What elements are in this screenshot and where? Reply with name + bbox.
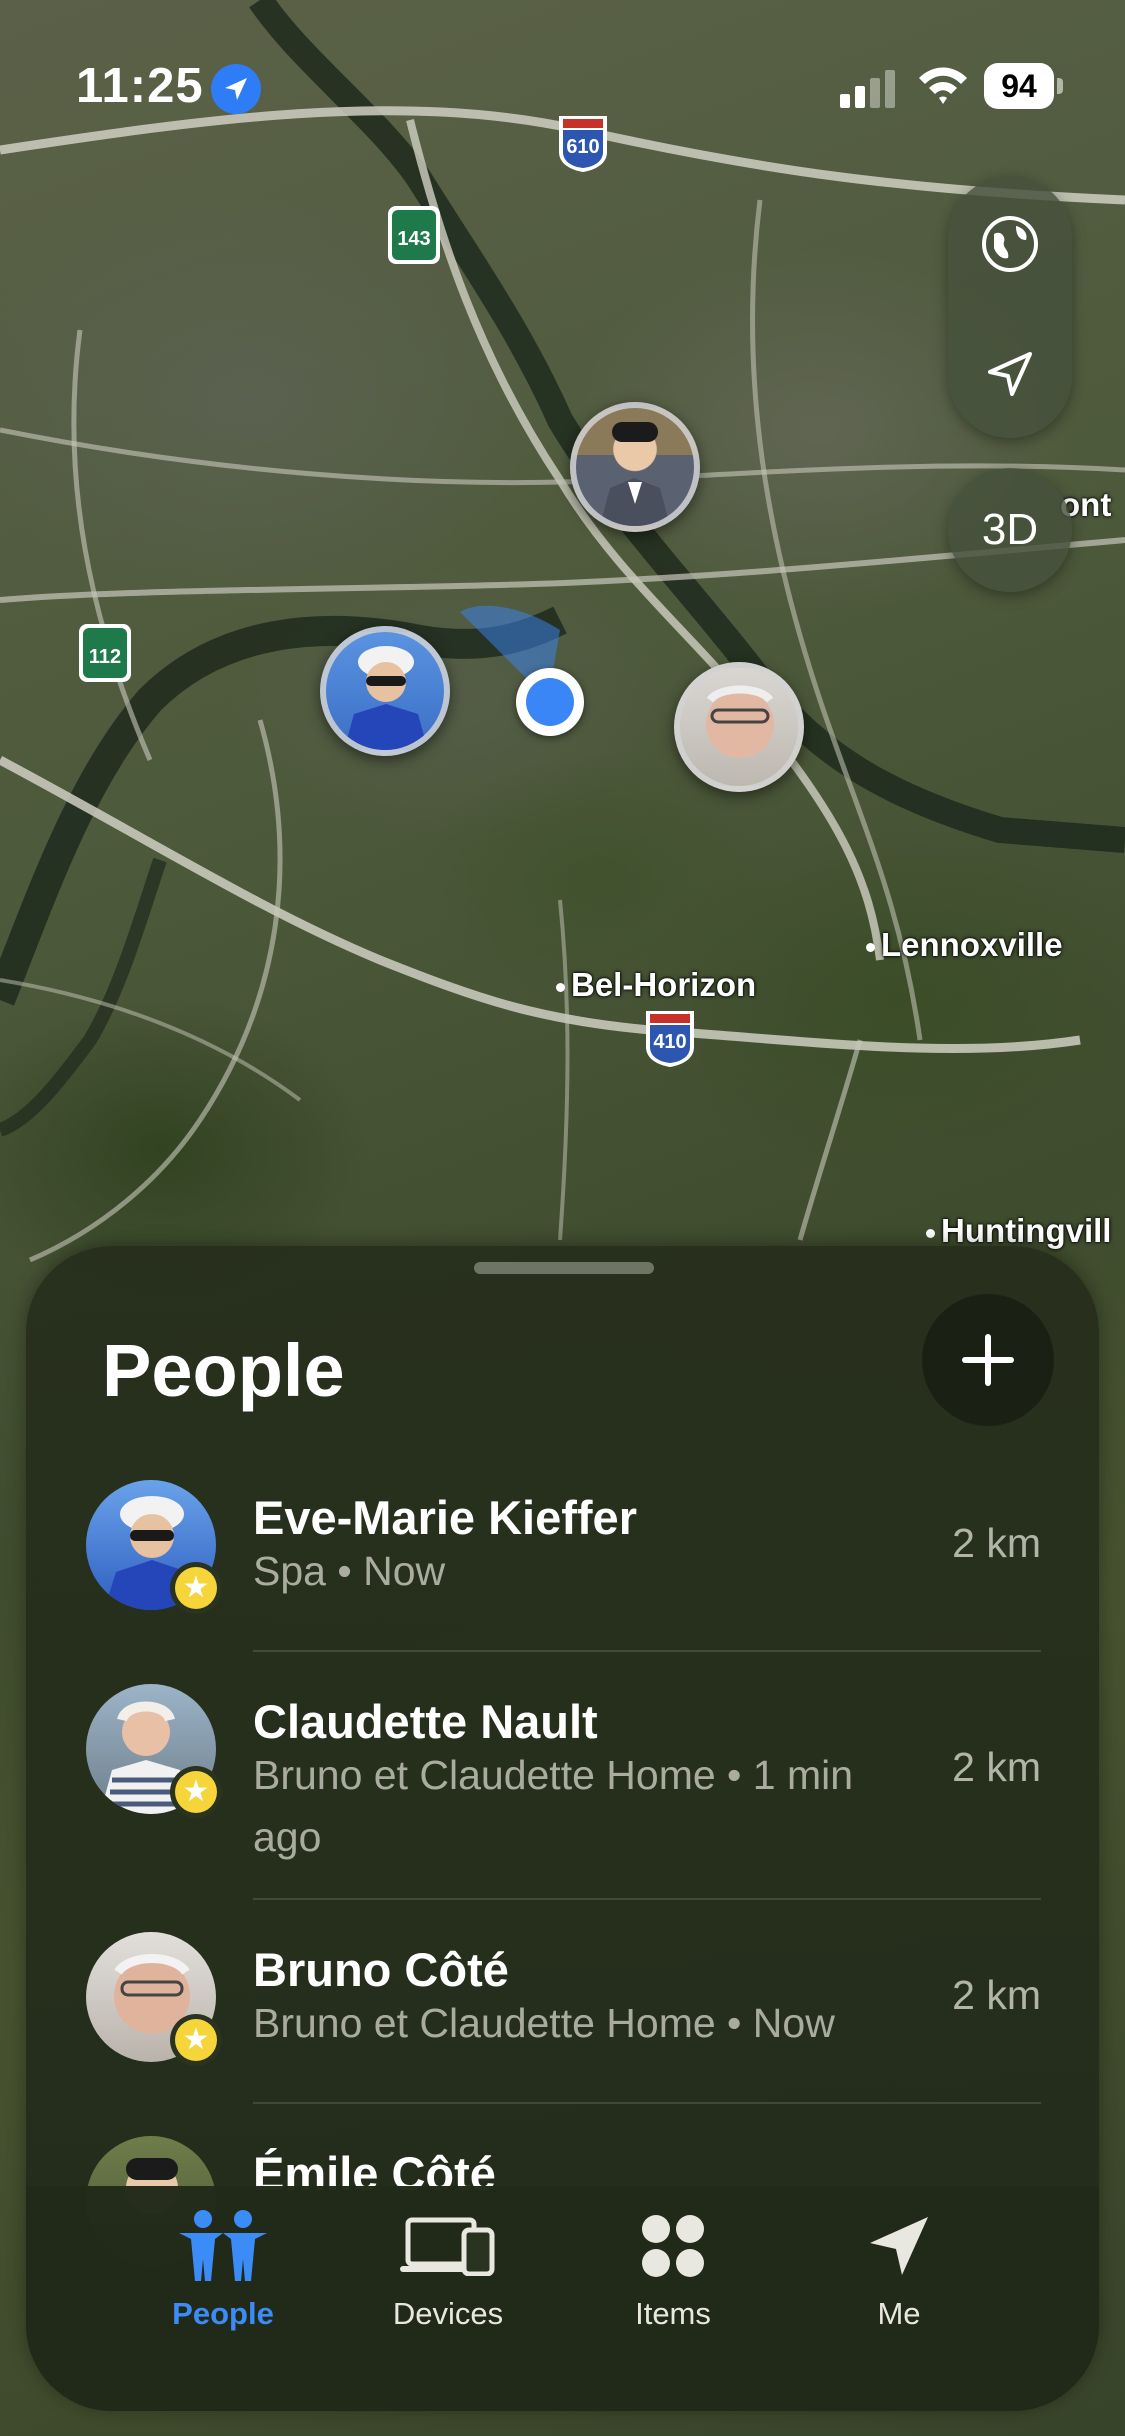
tab-label: Me (877, 2296, 921, 2331)
sheet-grabber[interactable] (474, 1262, 654, 1274)
map-avatar-bruno[interactable] (674, 662, 804, 792)
person-row[interactable]: ★ Eve-Marie Kieffer Spa • Now 2 km (26, 1480, 1099, 1670)
items-icon (623, 2206, 723, 2286)
plus-icon (962, 1334, 1014, 1386)
person-name: Bruno Côté (253, 1943, 509, 1996)
person-distance: 2 km (952, 1972, 1041, 2018)
divider (253, 2102, 1041, 2104)
location-services-icon (211, 64, 261, 114)
person-location: Bruno et Claudette Home • 1 min ago (253, 1752, 854, 1860)
battery-indicator: 94 (984, 63, 1064, 109)
tab-items[interactable]: Items (573, 2186, 773, 2346)
tab-devices[interactable]: Devices (348, 2186, 548, 2346)
tab-label: Devices (392, 2296, 504, 2331)
map-avatar-emile[interactable] (570, 402, 700, 532)
highway-shield-610: 610 (555, 112, 611, 174)
map-controls (948, 176, 1072, 438)
3d-view-button[interactable]: 3D (948, 468, 1072, 592)
highway-shield-143: 143 (386, 204, 442, 266)
track-location-button[interactable] (948, 312, 1072, 436)
person-location: Spa • Now (253, 1548, 446, 1594)
person-row[interactable]: ★ Bruno Côté Bruno et Claudette Home • N… (26, 1932, 1099, 2122)
person-distance: 2 km (952, 1520, 1041, 1566)
highway-shield-410: 410 (642, 1007, 698, 1069)
person-location: Bruno et Claudette Home • Now (253, 2000, 835, 2046)
tab-me[interactable]: Me (799, 2186, 999, 2346)
people-icon (173, 2206, 273, 2286)
tab-people[interactable]: People (123, 2186, 323, 2346)
person-distance: 2 km (952, 1744, 1041, 1790)
highway-shield-112: 112 (77, 622, 133, 684)
me-icon (849, 2206, 949, 2286)
add-person-button[interactable] (922, 1294, 1054, 1426)
globe-icon (982, 216, 1038, 272)
status-time: 11:25 (76, 59, 204, 113)
place-label-lennoxville: Lennoxville (866, 926, 1063, 964)
tab-bar: People Devices Items Me (26, 2186, 1099, 2411)
wifi-icon (919, 67, 967, 104)
people-sheet: People ★ Eve-Marie Kieffer Spa • Now 2 k… (26, 1246, 1099, 2411)
divider (253, 1898, 1041, 1900)
person-row[interactable]: ★ Claudette Nault Bruno et Claudette Hom… (26, 1684, 1099, 1904)
person-name: Eve-Marie Kieffer (253, 1491, 637, 1544)
devices-icon (398, 2206, 498, 2286)
place-label-bel-horizon: Bel-Horizon (556, 966, 756, 1004)
person-name: Claudette Nault (253, 1695, 598, 1748)
favorite-star-icon: ★ (170, 1562, 222, 1614)
find-my-screen: 610 143 112 410 Bel-Horizon Lennoxville … (0, 0, 1125, 2436)
favorite-star-icon: ★ (170, 1766, 222, 1818)
tab-label: People (172, 2296, 274, 2331)
battery-percent: 94 (984, 63, 1054, 109)
divider (253, 1650, 1041, 1652)
location-arrow-icon (988, 352, 1032, 396)
map-avatar-eve-marie[interactable] (320, 626, 450, 756)
map-style-button[interactable] (948, 182, 1072, 306)
place-label-huntingville: Huntingvill (926, 1212, 1111, 1250)
current-location-dot[interactable] (516, 668, 584, 736)
sheet-title: People (102, 1329, 345, 1412)
favorite-star-icon: ★ (170, 2014, 222, 2066)
tab-label: Items (635, 2296, 711, 2331)
cellular-signal-icon (840, 70, 895, 108)
